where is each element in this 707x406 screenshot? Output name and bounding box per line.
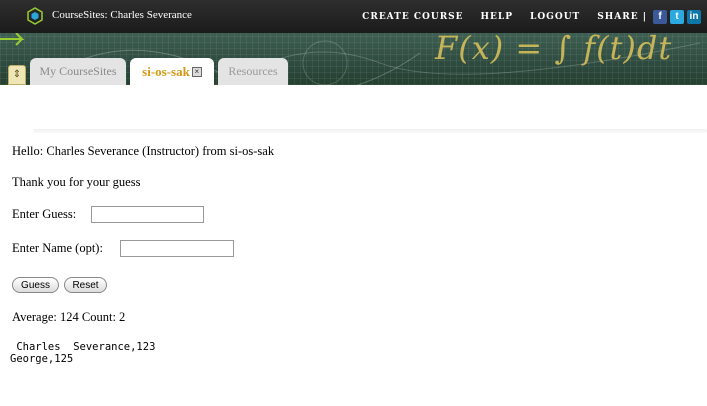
status-message: Thank you for your guess (12, 175, 141, 189)
help-link[interactable]: HELP (481, 12, 513, 22)
share-label: SHARE | (597, 11, 647, 22)
tab-label: My CourseSites (39, 64, 117, 78)
tab-resources[interactable]: Resources (218, 58, 288, 85)
content-divider (33, 129, 707, 133)
logout-link[interactable]: LOGOUT (530, 12, 580, 22)
guess-label: Enter Guess: (12, 207, 77, 221)
tab-label: Resources (228, 64, 278, 78)
reset-button[interactable]: Reset (64, 277, 107, 293)
linkedin-icon[interactable]: in (687, 9, 701, 24)
coursesites-logo-icon[interactable] (26, 7, 44, 25)
tab-si-os-sak[interactable]: si-os-sak × (130, 58, 214, 85)
twitter-icon[interactable]: t (670, 9, 684, 24)
guess-list-output: Charles Severance,123 George,125 (10, 341, 156, 365)
hello-text: Hello: Charles Severance (Instructor) fr… (12, 144, 275, 158)
main-content: Hello: Charles Severance (Instructor) fr… (0, 85, 707, 406)
close-icon[interactable]: × (191, 66, 202, 77)
course-tabs: ⇕ My CourseSites si-os-sak × Resources (0, 58, 707, 85)
guess-button[interactable]: Guess (12, 277, 59, 293)
name-label: Enter Name (opt): (12, 241, 103, 255)
name-input[interactable] (120, 240, 234, 257)
facebook-icon[interactable]: f (653, 9, 667, 24)
tab-label: si-os-sak (142, 63, 190, 79)
tab-my-coursesites[interactable]: My CourseSites (30, 58, 126, 85)
average-text: Average: 124 Count: 2 (12, 310, 126, 324)
top-nav: CREATE COURSE HELP LOGOUT SHARE | f t in (362, 0, 707, 33)
create-course-link[interactable]: CREATE COURSE (362, 12, 463, 22)
top-bar: CourseSites: Charles Severance CREATE CO… (0, 0, 707, 33)
tab-handle-icon[interactable]: ⇕ (8, 65, 26, 85)
guess-input[interactable] (91, 206, 204, 223)
site-title[interactable]: CourseSites: Charles Severance (52, 9, 192, 21)
